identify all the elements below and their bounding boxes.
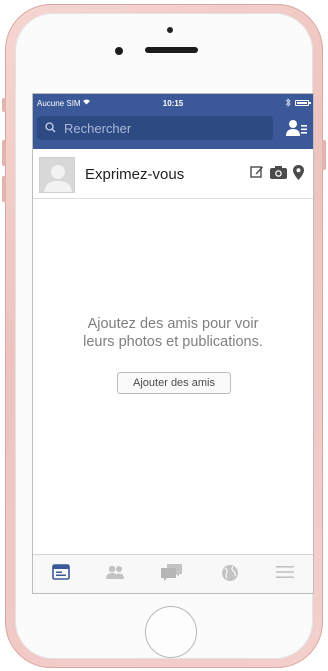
search-input[interactable]: Rechercher [37, 116, 273, 140]
search-icon [45, 120, 56, 133]
news-feed-icon[interactable] [52, 564, 74, 584]
app-screen: Aucune SIM 10:15 Rechercher Exprimez-vou… [32, 93, 314, 594]
mute-switch [2, 98, 6, 112]
front-camera [167, 27, 173, 33]
empty-feed-message: Ajoutez des amis pour voir leurs photos … [33, 315, 313, 351]
status-bar: Aucune SIM 10:15 [33, 94, 313, 112]
status-composer[interactable]: Exprimez-vous [33, 149, 313, 199]
notifications-globe-icon[interactable] [221, 564, 243, 584]
bluetooth-icon [285, 98, 291, 109]
avatar [39, 157, 75, 193]
status-time: 10:15 [162, 99, 184, 108]
earpiece-speaker [145, 47, 198, 53]
menu-icon[interactable] [276, 564, 298, 584]
edit-icon[interactable] [250, 165, 264, 184]
messages-icon[interactable] [161, 564, 183, 584]
friend-requests-icon[interactable] [286, 118, 308, 138]
battery-icon [295, 100, 311, 106]
empty-feed-line-1: Ajoutez des amis pour voir [87, 316, 259, 332]
composer-actions [248, 165, 308, 181]
add-friends-button[interactable]: Ajouter des amis [117, 372, 231, 394]
volume-down-button [2, 176, 6, 202]
friends-icon[interactable] [105, 564, 127, 584]
volume-up-button [2, 140, 6, 166]
empty-feed-line-2: leurs photos et publications. [83, 334, 263, 350]
proximity-sensor [115, 47, 123, 55]
home-button[interactable] [145, 606, 197, 658]
location-pin-icon[interactable] [293, 165, 304, 185]
camera-icon[interactable] [270, 165, 287, 184]
bottom-tab-bar [33, 554, 313, 593]
search-placeholder: Rechercher [64, 121, 132, 136]
app-header: Aucune SIM 10:15 Rechercher [33, 94, 313, 149]
power-button [322, 140, 326, 170]
composer-prompt[interactable]: Exprimez-vous [85, 166, 184, 183]
